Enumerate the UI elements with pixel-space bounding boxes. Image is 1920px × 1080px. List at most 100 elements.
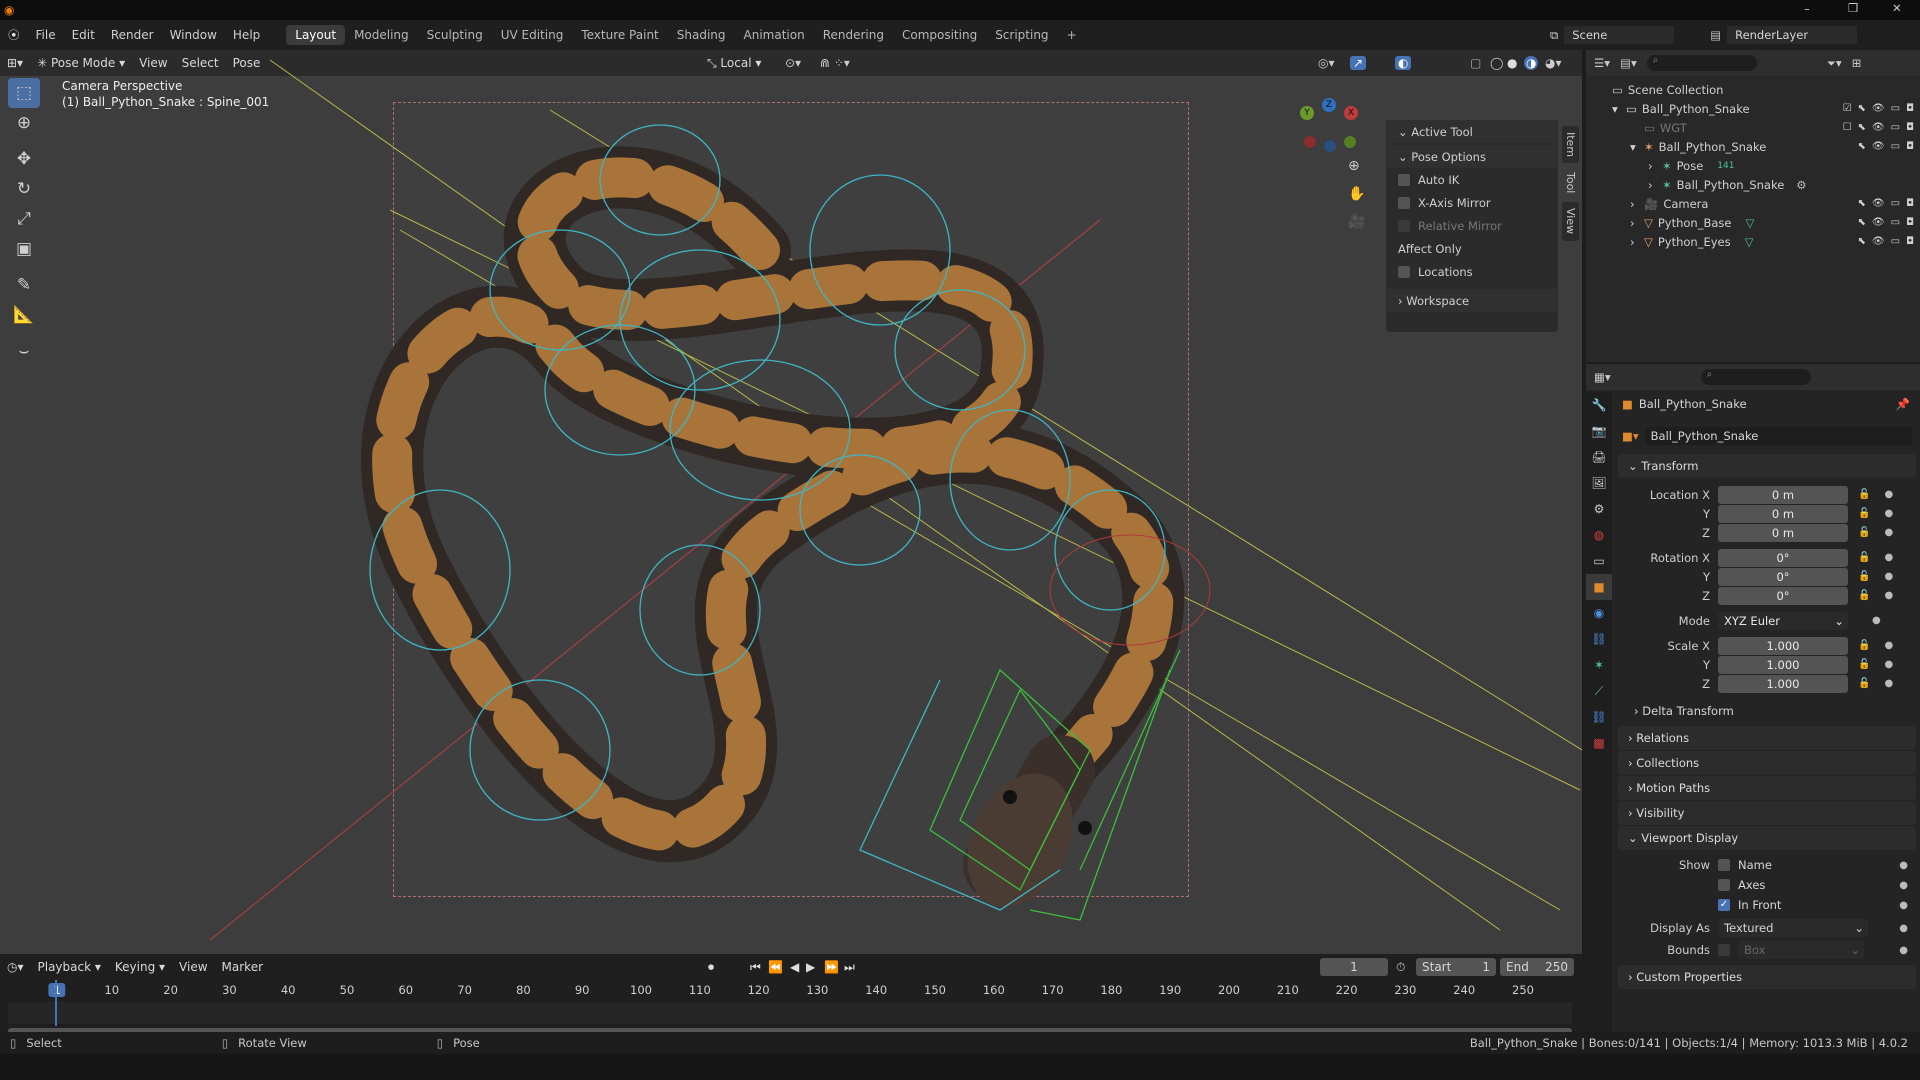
object-name-field[interactable]: Ball_Python_Snake bbox=[1644, 427, 1912, 445]
bounds-select[interactable]: Box ⌄ bbox=[1738, 941, 1864, 959]
eye-icon[interactable]: 👁 bbox=[1872, 236, 1885, 247]
filter-icon[interactable]: ⏷▾ bbox=[1827, 56, 1842, 71]
collection-tab-icon[interactable]: ▭ bbox=[1586, 548, 1612, 574]
menu-file[interactable]: File bbox=[28, 28, 64, 42]
custom-properties-panel-header[interactable]: › Custom Properties bbox=[1618, 965, 1916, 989]
render-camera-icon[interactable]: ◘ bbox=[1906, 217, 1914, 228]
output-tab-icon[interactable]: 🖨 bbox=[1586, 444, 1612, 470]
rotation-mode-select[interactable]: XYZ Euler ⌄ bbox=[1718, 611, 1848, 630]
rotation-z-field[interactable]: 0° bbox=[1718, 586, 1848, 605]
expand-arrow-icon[interactable]: › bbox=[1648, 159, 1662, 173]
relations-panel-header[interactable]: › Relations bbox=[1618, 726, 1916, 750]
monitor-icon[interactable]: ▭ bbox=[1891, 236, 1900, 247]
keyframe-dot-icon[interactable]: ● bbox=[1899, 945, 1908, 956]
view-layer-icon[interactable]: ▤ bbox=[1710, 28, 1721, 42]
3d-viewport[interactable]: ⊞▾ ✳ Pose Mode ▾ View Select Pose ⤡ Loca… bbox=[0, 50, 1582, 954]
gizmo-y-axis[interactable]: Y bbox=[1300, 106, 1314, 120]
view-layer-selector[interactable]: RenderLayer bbox=[1727, 26, 1858, 44]
include-checkbox-icon[interactable]: ☐ bbox=[1843, 122, 1852, 133]
keyframe-dot-icon[interactable]: ● bbox=[1884, 678, 1893, 689]
properties-editor-icon[interactable]: ▦▾ bbox=[1594, 370, 1611, 384]
visibility-panel-header[interactable]: › Visibility bbox=[1618, 801, 1916, 825]
menu-timeline-view[interactable]: View bbox=[172, 958, 214, 976]
navigation-gizmo[interactable]: Y Z X bbox=[1300, 90, 1360, 152]
play-icon[interactable]: ▶ bbox=[806, 960, 815, 974]
active-tool-header[interactable]: ⌄ Active Tool bbox=[1386, 120, 1558, 143]
scale-x-field[interactable]: 1.000 bbox=[1718, 636, 1848, 655]
outliner-editor-icon[interactable]: ☰▾ bbox=[1594, 56, 1610, 70]
monitor-icon[interactable]: ▭ bbox=[1891, 217, 1900, 228]
tab-scripting[interactable]: Scripting bbox=[986, 25, 1057, 45]
tab-rendering[interactable]: Rendering bbox=[814, 25, 893, 45]
end-frame-field[interactable]: End 250 bbox=[1500, 958, 1574, 976]
scene-collection-row[interactable]: ▭ Scene Collection bbox=[1586, 80, 1920, 99]
eye-icon[interactable]: 👁 bbox=[1872, 217, 1885, 228]
render-tab-icon[interactable]: 📷 bbox=[1586, 418, 1612, 444]
outliner-row[interactable]: ▭ WGT ☐ ⬉ 👁 ▭ ◘ bbox=[1586, 118, 1920, 137]
current-frame-field[interactable]: 1 bbox=[1320, 958, 1388, 976]
render-camera-icon[interactable]: ◘ bbox=[1906, 103, 1914, 114]
tab-layout[interactable]: Layout bbox=[286, 25, 346, 45]
location-x-field[interactable]: 0 m bbox=[1718, 485, 1848, 504]
menu-edit[interactable]: Edit bbox=[64, 28, 103, 42]
tab-view[interactable]: View bbox=[1562, 202, 1579, 241]
render-camera-icon[interactable]: ◘ bbox=[1906, 122, 1914, 133]
scale-z-field[interactable]: 1.000 bbox=[1718, 674, 1848, 693]
render-camera-icon[interactable]: ◘ bbox=[1906, 198, 1914, 209]
display-mode-icon[interactable]: ▤▾ bbox=[1620, 56, 1637, 70]
monitor-icon[interactable]: ▭ bbox=[1891, 198, 1900, 209]
keyframe-dot-icon[interactable]: ● bbox=[1884, 590, 1893, 601]
tab-texture-paint[interactable]: Texture Paint bbox=[572, 25, 667, 45]
scene-render[interactable] bbox=[0, 50, 1582, 954]
physics-tab-icon[interactable]: ◉ bbox=[1586, 600, 1612, 626]
tab-shading[interactable]: Shading bbox=[668, 25, 735, 45]
auto-ik-check[interactable] bbox=[1398, 173, 1410, 186]
select-arrow-icon[interactable]: ⬉ bbox=[1858, 217, 1866, 228]
jump-start-icon[interactable]: ⏮ bbox=[750, 960, 761, 975]
outliner-row[interactable]: ▾ ✶ Ball_Python_Snake ⬉ 👁 ▭ ◘ bbox=[1586, 137, 1920, 156]
location-z-field[interactable]: 0 m bbox=[1718, 523, 1848, 542]
armature-data-tab-icon[interactable]: ✶ bbox=[1586, 652, 1612, 678]
eye-icon[interactable]: 👁 bbox=[1872, 141, 1885, 152]
zoom-icon[interactable]: ⊕ bbox=[1348, 158, 1360, 174]
select-arrow-icon[interactable]: ⬉ bbox=[1858, 103, 1866, 114]
constraints-tab-icon[interactable]: ⛓ bbox=[1586, 626, 1612, 652]
keyframe-dot-icon[interactable]: ● bbox=[1899, 880, 1908, 891]
expand-arrow-icon[interactable]: ▾ bbox=[1612, 102, 1626, 116]
jump-end-icon[interactable]: ⏭ bbox=[844, 960, 855, 975]
tab-item[interactable]: Item bbox=[1562, 126, 1579, 164]
motion-paths-panel-header[interactable]: › Motion Paths bbox=[1618, 776, 1916, 800]
lock-icon[interactable]: 🔓 bbox=[1858, 678, 1870, 689]
start-frame-field[interactable]: Start 1 bbox=[1416, 958, 1496, 976]
menu-marker[interactable]: Marker bbox=[215, 958, 270, 976]
gizmo-neg-z[interactable] bbox=[1324, 140, 1336, 152]
collections-panel-header[interactable]: › Collections bbox=[1618, 751, 1916, 775]
pose-options-header[interactable]: ⌄ Pose Options bbox=[1386, 145, 1558, 168]
gizmo-x-axis[interactable]: X bbox=[1344, 106, 1358, 120]
world-tab-icon[interactable]: ◍ bbox=[1586, 522, 1612, 548]
relative-mirror-checkbox[interactable]: Relative Mirror bbox=[1386, 214, 1558, 237]
monitor-icon[interactable]: ▭ bbox=[1891, 141, 1900, 152]
relative-mirror-check[interactable] bbox=[1398, 219, 1410, 232]
show-name-checkbox[interactable] bbox=[1718, 859, 1730, 871]
keyframe-dot-icon[interactable]: ● bbox=[1884, 571, 1893, 582]
tab-sculpting[interactable]: Sculpting bbox=[418, 25, 492, 45]
delta-transform-header[interactable]: › Delta Transform bbox=[1614, 701, 1920, 720]
add-workspace-button[interactable]: + bbox=[1058, 25, 1086, 45]
play-reverse-icon[interactable]: ◀ bbox=[790, 960, 799, 974]
pin-icon[interactable]: 📌 bbox=[1896, 397, 1910, 411]
display-as-select[interactable]: Textured ⌄ bbox=[1718, 919, 1868, 937]
keyframe-dot-icon[interactable]: ● bbox=[1884, 552, 1893, 563]
x-axis-mirror-check[interactable] bbox=[1398, 196, 1410, 209]
eye-icon[interactable]: 👁 bbox=[1872, 198, 1885, 209]
select-arrow-icon[interactable]: ⬉ bbox=[1858, 236, 1866, 247]
tab-animation[interactable]: Animation bbox=[735, 25, 814, 45]
eye-icon[interactable]: 👁 bbox=[1872, 122, 1885, 133]
gizmo-z-axis[interactable]: Z bbox=[1322, 98, 1336, 112]
object-tab-icon[interactable]: ■ bbox=[1586, 574, 1612, 600]
eye-icon[interactable]: 👁 bbox=[1872, 103, 1885, 114]
record-button-icon[interactable]: ⏺ bbox=[708, 960, 714, 975]
tool-tab-icon[interactable]: 🔧 bbox=[1586, 392, 1612, 418]
monitor-icon[interactable]: ▭ bbox=[1891, 122, 1900, 133]
expand-arrow-icon[interactable]: › bbox=[1630, 235, 1644, 249]
